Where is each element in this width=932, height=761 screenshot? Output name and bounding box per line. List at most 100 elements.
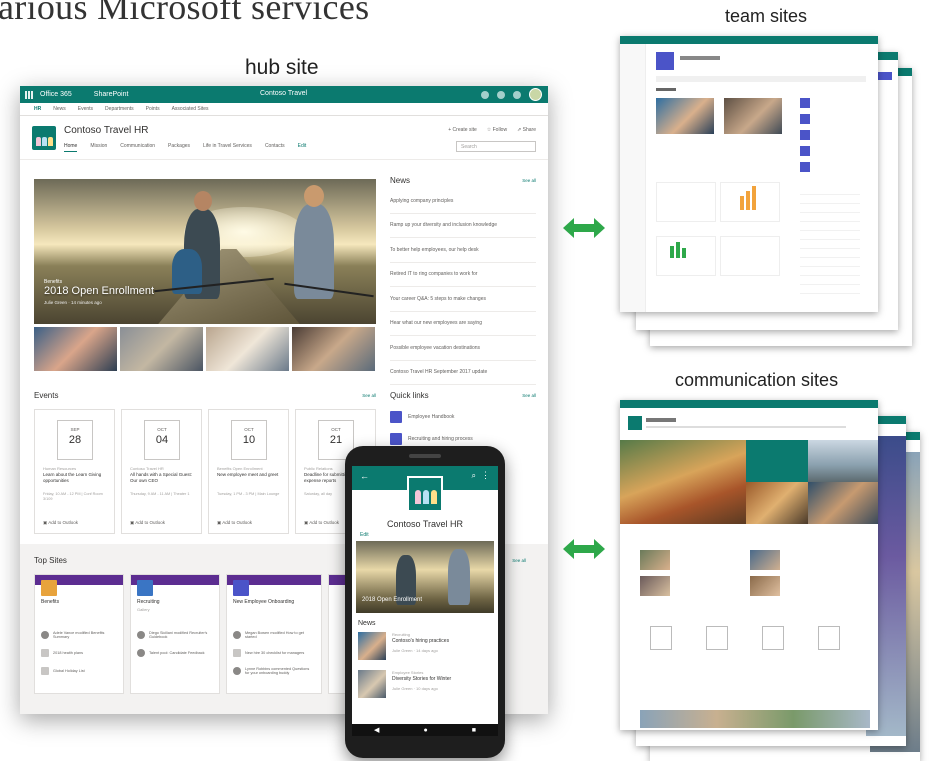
tab-mission[interactable]: Mission [90, 143, 107, 152]
news-headline[interactable]: Contoso's hiring practices [392, 638, 449, 644]
news-see-all[interactable]: See all [522, 178, 536, 183]
site-logo-icon [407, 476, 443, 512]
news-meta: Julie Green · 14 days ago [392, 648, 438, 653]
top-site-subtitle: Gallery [137, 607, 150, 612]
tab-contacts[interactable]: Contacts [265, 143, 285, 152]
mobile-phone: ← ⌕ ⋮ Contoso Travel HR Edit 2018 Open E… [345, 446, 505, 758]
mobile-news-title: News [358, 620, 376, 627]
events-see-all[interactable]: See all [362, 393, 376, 398]
event-info: Friday, 10 AM - 12 PM | Conf Room 3/109 [43, 492, 103, 501]
sharepoint-link[interactable]: SharePoint [94, 91, 129, 98]
news-thumbnail[interactable] [120, 327, 203, 371]
add-to-outlook-button[interactable]: ▣ Add to Outlook [130, 520, 165, 526]
double-arrow-icon [563, 539, 605, 559]
add-to-outlook-button[interactable]: ▣ Add to Outlook [217, 520, 252, 526]
share-button[interactable]: ⇗ Share [517, 127, 536, 133]
app-launcher-icon[interactable] [25, 90, 33, 99]
news-item[interactable]: Hear what our new employees are saying [390, 312, 536, 336]
news-category: Employee Stories [392, 670, 424, 675]
hub-nav-item[interactable]: Associated Sites [172, 106, 209, 112]
news-thumbnail[interactable] [206, 327, 289, 371]
event-category: Contoso Travel HR [130, 466, 164, 471]
activity-text: Talent pool: Candidate Feedback [149, 651, 205, 655]
news-item[interactable]: Contoso Travel HR September 2017 update [390, 361, 536, 385]
mobile-hero-image[interactable]: 2018 Open Enrollment [356, 541, 494, 613]
user-avatar[interactable] [529, 88, 542, 101]
news-item[interactable]: Retired IT to ring companies to work for [390, 263, 536, 287]
top-site-card[interactable]: Benefits Adele Vance modified Benefits S… [34, 574, 124, 694]
add-to-outlook-button[interactable]: ▣ Add to Outlook [304, 520, 339, 526]
tab-edit[interactable]: Edit [298, 143, 307, 152]
hub-name[interactable]: Contoso Travel [260, 90, 307, 97]
tab-packages[interactable]: Packages [168, 143, 190, 152]
news-thumbnail[interactable] [358, 670, 386, 698]
news-thumbnail[interactable] [34, 327, 117, 371]
news-item[interactable]: To better help employees, our help desk [390, 238, 536, 263]
team-sites-label: team sites [725, 6, 808, 26]
recents-icon[interactable]: ■ [472, 727, 476, 734]
follow-button[interactable]: ☆ Follow [487, 127, 507, 133]
hub-nav-item[interactable]: Events [78, 106, 93, 112]
slide-canvas: arious Microsoft services hub site team … [0, 0, 932, 761]
quick-links-title: Quick links [390, 391, 429, 400]
activity-text: 2018 health plans [53, 651, 83, 655]
site-logo-icon [137, 580, 153, 596]
hub-nav-item[interactable]: Departments [105, 106, 134, 112]
mobile-edit-button[interactable]: Edit [360, 532, 369, 538]
hub-nav-item[interactable]: News [53, 106, 66, 112]
notifications-icon[interactable] [481, 90, 489, 99]
quick-links-see-all[interactable]: See all [522, 393, 536, 398]
hero-title[interactable]: 2018 Open Enrollment [44, 285, 154, 297]
search-input[interactable]: Search [456, 141, 536, 152]
hub-navigation: HR News Events Departments Points Associ… [20, 103, 548, 116]
event-card[interactable]: OCT 04 Contoso Travel HR All hands with a… [121, 409, 202, 534]
news-item[interactable]: Applying company principles [390, 189, 536, 214]
tab-life-in-travel[interactable]: Life in Travel Services [203, 143, 252, 152]
news-item[interactable]: Your career Q&A: 5 steps to make changes [390, 287, 536, 312]
events-title: Events [34, 391, 59, 400]
events-section: Events See all SEP 28 Human Resources Lea… [34, 391, 376, 534]
quick-link-label: Employee Handbook [408, 414, 455, 420]
news-item[interactable]: Possible employee vacation destinations [390, 336, 536, 361]
mobile-hero-title: 2018 Open Enrollment [362, 597, 423, 603]
more-icon[interactable]: ⋮ [481, 470, 490, 481]
back-arrow-icon[interactable]: ← [360, 471, 369, 481]
news-headline[interactable]: Diversity Stories for Winter [392, 676, 451, 682]
news-thumbnail[interactable] [358, 632, 386, 660]
tab-communication[interactable]: Communication [120, 143, 155, 152]
event-date: OCT 10 [231, 420, 267, 460]
hub-nav-home[interactable]: HR [34, 106, 41, 112]
top-site-card[interactable]: New Employee Onboarding Megan Bowen modi… [226, 574, 322, 694]
top-site-card[interactable]: Recruiting Gallery Diego Siciliani modif… [130, 574, 220, 694]
news-thumbnail[interactable] [292, 327, 375, 371]
event-info: Tuesday, 1 PM - 3 PM | Main Lounge [217, 492, 280, 496]
top-sites-title: Top Sites [34, 556, 67, 565]
tab-home[interactable]: Home [64, 143, 78, 152]
document-icon [390, 433, 402, 445]
create-site-button[interactable]: + Create site [448, 127, 477, 133]
mobile-site-title: Contoso Travel HR [386, 519, 464, 529]
activity-text: Adele Vance modified Benefits Summary [53, 631, 105, 639]
news-item[interactable]: Ramp up your diversity and inclusion kno… [390, 214, 536, 238]
event-card[interactable]: SEP 28 Human Resources Learn about the Le… [34, 409, 115, 534]
document-icon [390, 411, 402, 423]
suite-bar: Office 365 SharePoint Contoso Travel [20, 86, 548, 103]
event-date: SEP 28 [57, 420, 93, 460]
site-header: Contoso Travel HR Home Mission Communica… [20, 116, 548, 160]
site-tabs: Home Mission Communication Packages Life… [64, 143, 306, 152]
event-card[interactable]: OCT 10 Benefits Open Enrollment New emplo… [208, 409, 289, 534]
back-icon[interactable]: ◀ [374, 726, 379, 734]
help-icon[interactable] [513, 90, 521, 99]
add-to-outlook-button[interactable]: ▣ Add to Outlook [43, 520, 78, 526]
team-site-page-front [620, 36, 878, 312]
hero-image[interactable]: Benefits 2018 Open Enrollment Julie Gree… [34, 179, 376, 324]
top-sites-see-all[interactable]: See all [512, 558, 526, 563]
hub-nav-item[interactable]: Points [146, 106, 160, 112]
quick-link[interactable]: Employee Handbook [390, 406, 536, 428]
office365-link[interactable]: Office 365 [40, 91, 72, 98]
search-icon[interactable]: ⌕ [472, 471, 476, 481]
mobile-screen: ← ⌕ ⋮ Contoso Travel HR Edit 2018 Open E… [352, 466, 498, 736]
settings-icon[interactable] [497, 90, 505, 99]
home-icon[interactable]: ● [423, 727, 427, 734]
quick-links-section: Quick links See all Employee Handbook Re… [390, 391, 536, 450]
